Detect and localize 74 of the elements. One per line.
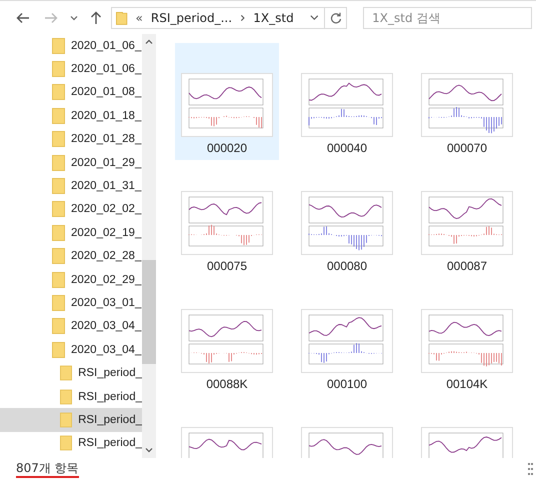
file-item[interactable]: 00104K (415, 279, 519, 396)
file-item[interactable]: 000040 (295, 43, 399, 160)
folder-tree-item[interactable]: RSI_period_ (0, 408, 142, 432)
folder-icon (52, 84, 65, 100)
folder-tree-item[interactable]: 2020_01_28_ (0, 128, 142, 151)
folder-tree-item[interactable]: 2020_02_19_ (0, 221, 142, 245)
file-name: 000040 (326, 141, 368, 155)
folder-tree-item[interactable]: RSI_period_ (0, 384, 142, 408)
folder-tree-item[interactable]: 2020_01_31_ (0, 174, 142, 198)
folder-tree-item[interactable]: 2020_01_06_ (0, 34, 142, 58)
scroll-up-icon[interactable] (145, 39, 153, 45)
breadcrumb[interactable]: 1X_std (253, 10, 294, 24)
file-item[interactable]: 000020 (175, 43, 279, 160)
folder-icon (60, 435, 72, 452)
folder-tree-item[interactable]: 2020_02_29_ (0, 268, 142, 292)
scrollbar-thumb[interactable] (142, 260, 156, 364)
folder-icon (52, 248, 65, 264)
folder-icon (52, 272, 65, 288)
search-field[interactable]: 1X_std 검색 (363, 6, 532, 28)
folder-tree-item[interactable]: 2020_01_06_ (0, 57, 142, 81)
folder-tree-item[interactable]: 2020_01_18_ (0, 104, 142, 128)
folder-icon (52, 294, 65, 311)
chevron-right-icon (240, 14, 246, 22)
item-count: 807개 항목 (16, 460, 79, 478)
scrollbar[interactable] (142, 34, 156, 458)
back-arrow-icon (16, 12, 30, 24)
resize-grip-icon[interactable] (528, 462, 534, 476)
file-name: 000070 (446, 141, 488, 155)
chevron-down-icon[interactable] (310, 14, 318, 21)
folder-tree-item[interactable]: 2020_01_29_ (0, 150, 142, 174)
file-item[interactable]: 000075 (175, 161, 279, 278)
chevron-down-icon (70, 14, 78, 20)
folder-tree-item[interactable]: 2020_02_02_ (0, 198, 142, 222)
folder-tree-item[interactable]: 2020_03_04_ (0, 314, 142, 338)
overflow-chevron[interactable]: « (136, 10, 143, 24)
folder-icon (52, 318, 65, 334)
folder-icon (52, 131, 65, 148)
folder-tree-item[interactable]: 2020_02_28_ (0, 244, 142, 268)
file-name: 00104K (446, 377, 488, 391)
forward-arrow-icon (44, 12, 58, 24)
folder-icon (60, 388, 72, 405)
folder-icon (116, 10, 128, 26)
file-name: 000020 (206, 141, 248, 155)
file-item[interactable]: 000100 (295, 279, 399, 396)
folder-icon (52, 108, 65, 124)
folder-icon (52, 342, 65, 358)
file-item[interactable]: 000087 (415, 161, 519, 278)
file-name: 00088K (206, 377, 248, 391)
breadcrumb[interactable]: RSI_period_... (150, 10, 232, 24)
folder-icon (52, 224, 65, 241)
scroll-down-icon[interactable] (145, 447, 153, 453)
file-name: 000087 (446, 259, 488, 273)
folder-icon (60, 412, 72, 428)
folder-tree-item[interactable]: RSI_period_ (0, 361, 142, 385)
folder-icon (52, 201, 65, 218)
folder-icon (52, 178, 65, 194)
folder-icon (60, 365, 72, 382)
file-name: 000075 (206, 259, 248, 273)
file-item[interactable]: 000080 (295, 161, 399, 278)
file-name: 000080 (326, 259, 368, 273)
address-bar[interactable]: « RSI_period_... 1X_std (111, 6, 326, 28)
file-item[interactable]: 00088K (175, 279, 279, 396)
folder-icon (52, 61, 65, 78)
file-item[interactable]: 000070 (415, 43, 519, 160)
up-arrow-icon (90, 10, 102, 24)
folder-icon (52, 154, 65, 171)
refresh-button[interactable] (325, 6, 348, 28)
folder-icon (52, 38, 65, 54)
refresh-icon (330, 12, 342, 24)
folder-tree-item[interactable]: RSI_period_ (0, 432, 142, 456)
file-name: 000100 (326, 377, 368, 391)
folder-tree-item[interactable]: 2020_03_01_ (0, 291, 142, 315)
folder-tree-item[interactable]: 2020_03_04_ (0, 338, 142, 362)
folder-tree-item[interactable]: 2020_01_08_ (0, 80, 142, 104)
